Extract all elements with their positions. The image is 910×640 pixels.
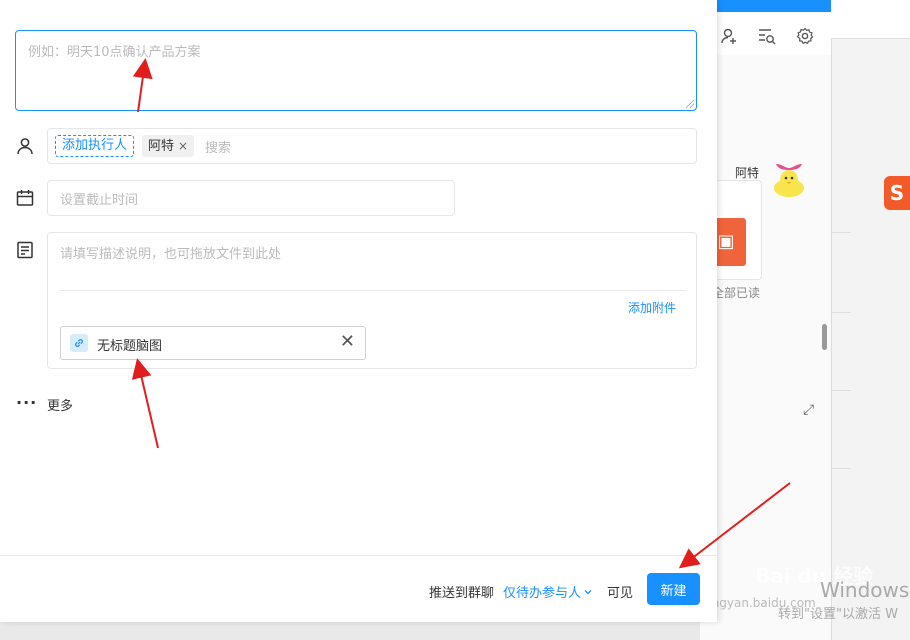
visible-label: 可见 — [607, 586, 634, 601]
assignee-field[interactable]: 添加执行人 阿特 × 搜索 — [47, 128, 697, 164]
remove-attachment-icon[interactable]: ✕ — [340, 332, 355, 352]
attachment-chip[interactable]: 无标题脑图 ✕ — [60, 326, 366, 360]
sogou-logo-icon: S — [884, 176, 910, 210]
gear-icon[interactable] — [796, 27, 814, 50]
search-list-icon[interactable] — [758, 27, 776, 50]
remove-assignee-icon[interactable]: × — [178, 139, 188, 153]
bg-contact-name: 阿特 — [735, 166, 760, 180]
new-task-dialog: 例如：明天10点确认产品方案 添加执行人 阿特 × 搜索 设置截止时间 请填写描述… — [0, 0, 717, 622]
expand-icon[interactable]: ⤢ — [803, 402, 814, 418]
windows-activation-sub: 转到"设置"以激活 W — [778, 607, 898, 622]
task-title-input[interactable]: 例如：明天10点确认产品方案 — [15, 30, 697, 111]
bg-right-panel — [831, 0, 910, 640]
visibility-select[interactable]: 仅待办参与人 — [503, 582, 593, 601]
attachment-name: 无标题脑图 — [97, 339, 163, 354]
assignee-search-input[interactable]: 搜索 — [205, 137, 231, 156]
chevron-down-icon — [584, 590, 592, 595]
bg-scrollbar[interactable] — [822, 324, 827, 350]
bg-divider — [831, 232, 851, 233]
resize-handle[interactable] — [686, 100, 694, 108]
description-field[interactable]: 请填写描述说明，也可拖放文件到此处 添加附件 无标题脑图 ✕ — [47, 232, 697, 369]
assignee-tag-name: 阿特 — [148, 139, 175, 154]
bg-divider — [831, 390, 851, 391]
calendar-icon — [16, 189, 34, 207]
add-attachment-link[interactable]: 添加附件 — [628, 299, 676, 316]
windows-activation-title: Windows — [820, 578, 910, 602]
bg-divider — [831, 312, 851, 313]
add-assignee-button[interactable]: 添加执行人 — [55, 135, 135, 157]
dialog-footer: 推送到群聊 仅待办参与人 可见 新建 — [0, 555, 717, 623]
link-icon — [70, 334, 88, 352]
bg-read-all[interactable]: 全部已读 — [712, 284, 760, 301]
task-title-placeholder: 例如：明天10点确认产品方案 — [28, 45, 201, 60]
more-options[interactable]: 更多 — [47, 395, 73, 414]
visibility-select-value: 仅待办参与人 — [503, 586, 582, 601]
description-placeholder: 请填写描述说明，也可拖放文件到此处 — [60, 247, 282, 262]
person-icon — [16, 137, 34, 155]
create-button[interactable]: 新建 — [647, 573, 700, 605]
description-divider — [60, 290, 686, 291]
bg-right-header — [831, 0, 910, 39]
document-icon — [16, 241, 34, 259]
sticker-avatar-icon — [774, 164, 804, 197]
bg-top-bar — [700, 0, 831, 12]
add-contact-icon[interactable] — [720, 27, 738, 50]
bg-chat-panel — [700, 55, 832, 640]
push-to-group-label: 推送到群聊 — [429, 586, 495, 601]
more-dots-icon[interactable]: ··· — [16, 393, 37, 412]
deadline-input[interactable]: 设置截止时间 — [47, 180, 455, 216]
assignee-tag: 阿特 × — [142, 135, 195, 157]
bg-divider — [831, 468, 851, 469]
